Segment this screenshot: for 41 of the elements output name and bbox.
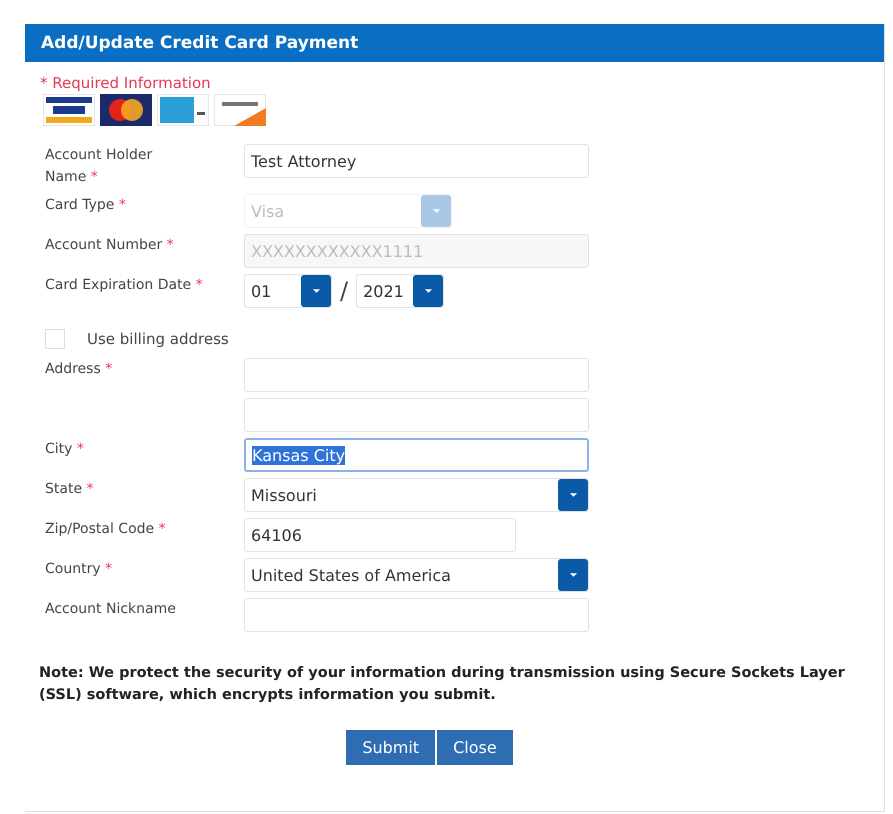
caret-icon bbox=[432, 208, 440, 214]
field-label: Account Nickname bbox=[45, 600, 176, 619]
required-note: * Required Information bbox=[40, 74, 212, 92]
caret-icon bbox=[312, 288, 320, 294]
button[interactable]: Submit bbox=[346, 730, 436, 765]
field-label: Card Type * bbox=[45, 196, 126, 215]
card-logo-icon bbox=[100, 94, 152, 126]
card-logo-icon bbox=[157, 94, 209, 126]
date-separator: / bbox=[340, 277, 348, 305]
field-label: Country * bbox=[45, 560, 112, 579]
caret-icon bbox=[424, 288, 433, 294]
dropdown-button[interactable] bbox=[558, 479, 588, 511]
checkbox-label: Use billing address bbox=[87, 330, 229, 348]
security-note: Note: We protect the security of your information during transmission using Secure Sockets Layer (SSL) software, which encrypts information you submit. bbox=[39, 664, 846, 705]
checkbox[interactable] bbox=[45, 329, 65, 349]
input-field[interactable]: Test Attorney bbox=[244, 144, 589, 178]
month-dropdown[interactable]: 01 bbox=[244, 274, 332, 308]
dropdown-button[interactable] bbox=[558, 559, 588, 591]
input-field[interactable]: 64106 bbox=[244, 518, 516, 552]
dropdown-field[interactable]: Missouri bbox=[244, 478, 589, 512]
field-label: Address * bbox=[45, 360, 112, 379]
caret-icon bbox=[568, 572, 578, 578]
field-label: Zip/Postal Code * bbox=[45, 520, 166, 539]
field-label: Account Number * bbox=[45, 236, 174, 255]
input-field[interactable]: Kansas City bbox=[244, 438, 589, 472]
caret-icon bbox=[568, 492, 578, 498]
field-label: City * bbox=[45, 440, 84, 459]
dialog-title: Add/Update Credit Card Payment bbox=[25, 24, 884, 62]
dropdown-button[interactable] bbox=[413, 275, 444, 307]
field-label: Card Expiration Date * bbox=[45, 276, 203, 295]
year-dropdown[interactable]: 2021 bbox=[356, 274, 444, 308]
card-logo-icon bbox=[214, 94, 266, 126]
input-field[interactable] bbox=[244, 398, 589, 432]
dropdown-field[interactable]: United States of America bbox=[244, 558, 589, 592]
field-label: State * bbox=[45, 480, 94, 499]
card-logo-icon bbox=[43, 94, 95, 126]
field-label: Account Holder Name * bbox=[45, 146, 154, 187]
input-field[interactable] bbox=[244, 598, 589, 632]
button[interactable]: Close bbox=[437, 730, 513, 765]
dropdown-button[interactable] bbox=[301, 275, 331, 307]
input-field[interactable] bbox=[244, 358, 589, 392]
